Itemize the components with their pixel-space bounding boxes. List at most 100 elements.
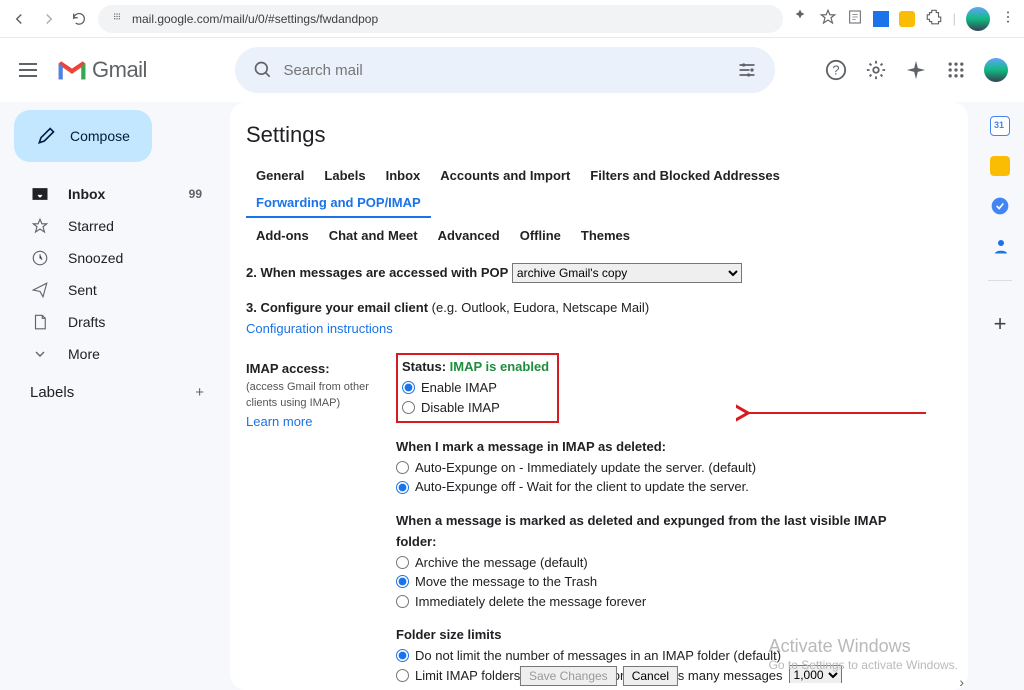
compose-label: Compose	[70, 128, 130, 144]
search-input[interactable]	[283, 62, 727, 79]
profile-avatar[interactable]	[966, 7, 990, 31]
archive-label: Archive the message (default)	[415, 553, 588, 573]
calendar-icon[interactable]	[990, 116, 1010, 136]
gmail-logo[interactable]: Gmail	[56, 57, 147, 83]
limit-radio[interactable]	[396, 669, 409, 682]
disable-imap-label: Disable IMAP	[421, 398, 500, 418]
chevron-down-icon	[30, 344, 50, 364]
site-settings-icon[interactable]	[110, 10, 124, 27]
nav-drafts[interactable]: Drafts	[8, 306, 222, 338]
nav-label: More	[68, 346, 210, 362]
tab-filters[interactable]: Filters and Blocked Addresses	[580, 162, 790, 189]
lens-icon[interactable]	[791, 8, 809, 29]
scroll-right-icon[interactable]: ›	[959, 674, 964, 690]
expunge-off-radio[interactable]	[396, 481, 409, 494]
search-bar[interactable]	[235, 47, 775, 93]
gemini-icon[interactable]	[904, 58, 928, 82]
cancel-button[interactable]: Cancel	[623, 666, 678, 686]
tab-chat[interactable]: Chat and Meet	[319, 222, 428, 249]
tab-addons[interactable]: Add-ons	[246, 222, 319, 249]
pop-cfg-link[interactable]: Configuration instructions	[246, 321, 393, 336]
support-icon[interactable]: ?	[824, 58, 848, 82]
gmail-text: Gmail	[92, 57, 147, 83]
sidebar: Compose Inbox 99 Starred Snoozed Sent Dr…	[0, 102, 230, 690]
inbox-icon	[30, 184, 50, 204]
pop-line2: 2. When messages are accessed with POP	[246, 265, 508, 280]
forward-icon[interactable]	[38, 8, 60, 30]
url-text: mail.google.com/mail/u/0/#settings/fwdan…	[132, 12, 378, 26]
highlight-box: Status: IMAP is enabled Enable IMAP Disa…	[396, 353, 559, 423]
tasks-icon[interactable]	[990, 196, 1010, 216]
nav-label: Snoozed	[68, 250, 210, 266]
tab-advanced[interactable]: Advanced	[428, 222, 510, 249]
tab-labels[interactable]: Labels	[314, 162, 375, 189]
nav-label: Sent	[68, 282, 210, 298]
tab-inbox[interactable]: Inbox	[376, 162, 431, 189]
add-addon-icon[interactable]: +	[994, 311, 1007, 337]
tab-general[interactable]: General	[246, 162, 314, 189]
back-icon[interactable]	[8, 8, 30, 30]
reader-icon[interactable]	[847, 9, 863, 28]
nav-starred[interactable]: Starred	[8, 210, 222, 242]
tab-themes[interactable]: Themes	[571, 222, 640, 249]
expunged-block: When a message is marked as deleted and …	[396, 511, 928, 611]
pop-row2: 2. When messages are accessed with POP a…	[246, 263, 928, 284]
settings-icon[interactable]	[864, 58, 888, 82]
clock-icon	[30, 248, 50, 268]
compose-button[interactable]: Compose	[14, 110, 152, 162]
extensions-icon[interactable]	[925, 8, 943, 29]
keep-icon[interactable]	[990, 156, 1010, 176]
learn-more-link[interactable]: Learn more	[246, 412, 396, 432]
imap-sub: (access Gmail from other clients using I…	[246, 379, 396, 412]
archive-radio[interactable]	[396, 556, 409, 569]
trash-radio[interactable]	[396, 575, 409, 588]
save-button[interactable]: Save Changes	[520, 666, 617, 686]
nav-snoozed[interactable]: Snoozed	[8, 242, 222, 274]
reload-icon[interactable]	[68, 8, 90, 30]
tab-accounts[interactable]: Accounts and Import	[430, 162, 580, 189]
limit-select[interactable]: 1,000	[789, 665, 842, 683]
enable-imap-radio[interactable]	[402, 381, 415, 394]
imap-status-block: Status: IMAP is enabled Enable IMAP Disa…	[396, 353, 928, 423]
ext2-icon[interactable]	[899, 11, 915, 27]
nav-badge: 99	[189, 187, 202, 201]
expunge-off-label: Auto-Expunge off - Wait for the client t…	[415, 477, 749, 497]
url-bar[interactable]: mail.google.com/mail/u/0/#settings/fwdan…	[98, 5, 783, 33]
status-value: IMAP is enabled	[450, 359, 549, 374]
search-icon[interactable]	[243, 60, 283, 80]
nav-label: Inbox	[68, 186, 171, 202]
right-rail: +	[976, 102, 1024, 690]
folder-heading: Folder size limits	[396, 625, 928, 646]
apps-icon[interactable]	[944, 58, 968, 82]
nav-sent[interactable]: Sent	[8, 274, 222, 306]
delete-forever-radio[interactable]	[396, 595, 409, 608]
status-label: Status:	[402, 359, 450, 374]
tab-offline[interactable]: Offline	[510, 222, 571, 249]
expunge-on-radio[interactable]	[396, 461, 409, 474]
menu-icon[interactable]	[1000, 9, 1016, 28]
settings-tabs-row2: Add-ons Chat and Meet Advanced Offline T…	[246, 222, 968, 249]
search-options-icon[interactable]	[727, 60, 767, 80]
account-avatar[interactable]	[984, 58, 1008, 82]
hamburger-icon[interactable]	[16, 58, 40, 82]
add-label-icon[interactable]: +	[195, 384, 204, 401]
nav-inbox[interactable]: Inbox 99	[8, 178, 222, 210]
labels-text: Labels	[30, 384, 74, 401]
delete-forever-label: Immediately delete the message forever	[415, 592, 646, 612]
deleted-block: When I mark a message in IMAP as deleted…	[396, 437, 928, 497]
no-limit-radio[interactable]	[396, 649, 409, 662]
pop-action-select[interactable]: archive Gmail's copy	[512, 263, 742, 283]
imap-heading: IMAP access:	[246, 359, 396, 379]
tab-forwarding[interactable]: Forwarding and POP/IMAP	[246, 189, 431, 218]
ext1-icon[interactable]	[873, 11, 889, 27]
expunged-heading: When a message is marked as deleted and …	[396, 511, 928, 553]
disable-imap-radio[interactable]	[402, 401, 415, 414]
pencil-icon	[36, 126, 56, 146]
bookmark-icon[interactable]	[819, 8, 837, 29]
settings-tabs-row1: General Labels Inbox Accounts and Import…	[246, 162, 968, 218]
star-icon	[30, 216, 50, 236]
enable-imap-label: Enable IMAP	[421, 378, 497, 398]
contacts-icon[interactable]	[992, 236, 1008, 254]
nav-label: Drafts	[68, 314, 210, 330]
nav-more[interactable]: More	[8, 338, 222, 370]
